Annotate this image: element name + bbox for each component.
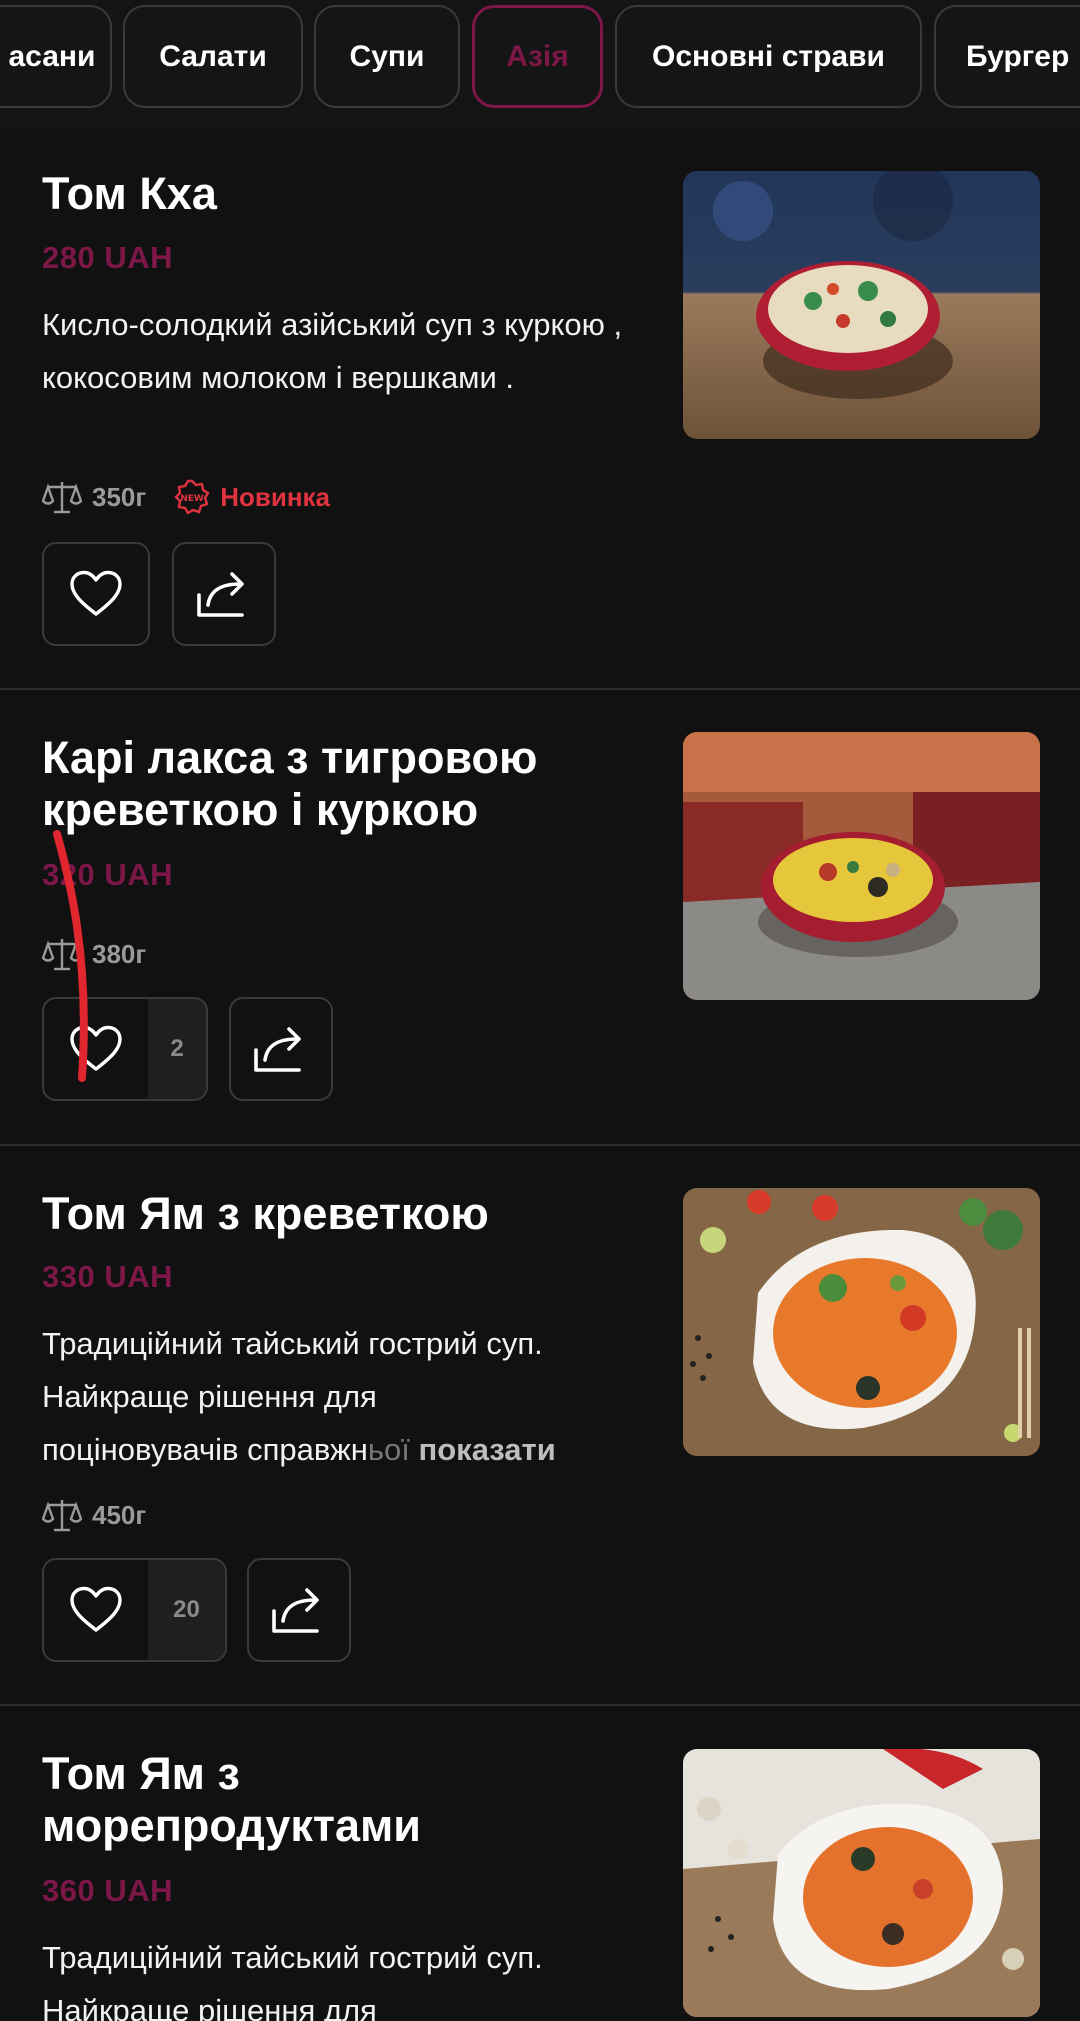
category-tabs: асани Салати Супи Азія Основні страви Бу… [0,0,1080,128]
dish-card[interactable]: Том Ям з морепродуктами 360 UAH Традицій… [0,1706,1080,2021]
dish-photo [683,171,1040,439]
dish-photo [683,732,1040,1000]
share-icon [174,544,274,644]
dish-weight: 380г [92,938,147,969]
dish-card[interactable]: Том Кха 280 UAH Кисло-солодкий азійський… [0,128,1080,688]
dish-meta: 380г [42,934,146,974]
dish-weight: 450г [92,1499,147,1530]
tab-asia[interactable]: Азія [472,5,603,108]
dish-weight: 350г [92,481,147,512]
like-count: 20 [148,1560,225,1660]
like-button[interactable]: 20 [42,1558,227,1662]
dish-description: Традиційний тайський гострий суп. Найкра… [42,1326,556,1467]
like-button[interactable] [42,542,150,646]
dish-photo [683,1188,1040,1456]
heart-icon [44,1560,148,1660]
weight-scale-icon [42,936,82,972]
share-icon [249,1560,349,1660]
share-button[interactable] [247,1558,351,1662]
dish-price: 360 UAH [42,1873,173,1908]
dish-meta: 350г NEW Новинка [42,477,330,517]
dish-title: Том Кха [42,168,217,219]
dish-description: Кисло-солодкий азійський суп з куркою , … [42,307,623,395]
weight-scale-icon [42,479,82,515]
tab-soups[interactable]: Супи [314,5,460,108]
dish-title: Карі лакса з тигровою креветкою і куркою [42,732,538,835]
tab-breakfast[interactable]: асани [0,5,112,108]
share-button[interactable] [229,997,333,1101]
dish-card[interactable]: Карі лакса з тигровою креветкою і куркою… [0,690,1080,1145]
share-icon [231,999,331,1099]
dish-title: Том Ям з морепродуктами [42,1748,421,1851]
new-badge-label: Новинка [220,481,331,512]
heart-icon [44,999,148,1099]
show-more-link[interactable]: показати [419,1432,556,1467]
heart-icon [44,544,148,644]
menu-page: асани Салати Супи Азія Основні страви Бу… [0,0,1080,2021]
new-badge-icon: NEW [174,479,210,515]
dish-price: 320 UAH [42,857,173,892]
tab-burgers[interactable]: Бургер [934,5,1080,108]
svg-text:NEW: NEW [180,494,204,504]
dish-meta: 450г [42,1495,146,1535]
like-button[interactable]: 2 [42,997,208,1101]
dish-price: 330 UAH [42,1259,173,1294]
tab-salads[interactable]: Салати [123,5,303,108]
dish-title: Том Ям з креветкою [42,1188,489,1239]
like-count: 2 [148,999,206,1099]
dish-price: 280 UAH [42,240,173,275]
weight-scale-icon [42,1497,82,1533]
dish-photo [683,1749,1040,2017]
tab-main-dishes[interactable]: Основні страви [615,5,922,108]
share-button[interactable] [172,542,276,646]
dish-description: Традиційний тайський гострий суп. Найкра… [42,1940,543,2021]
dish-card[interactable]: Том Ям з креветкою 330 UAH Традиційний т… [0,1146,1080,1706]
